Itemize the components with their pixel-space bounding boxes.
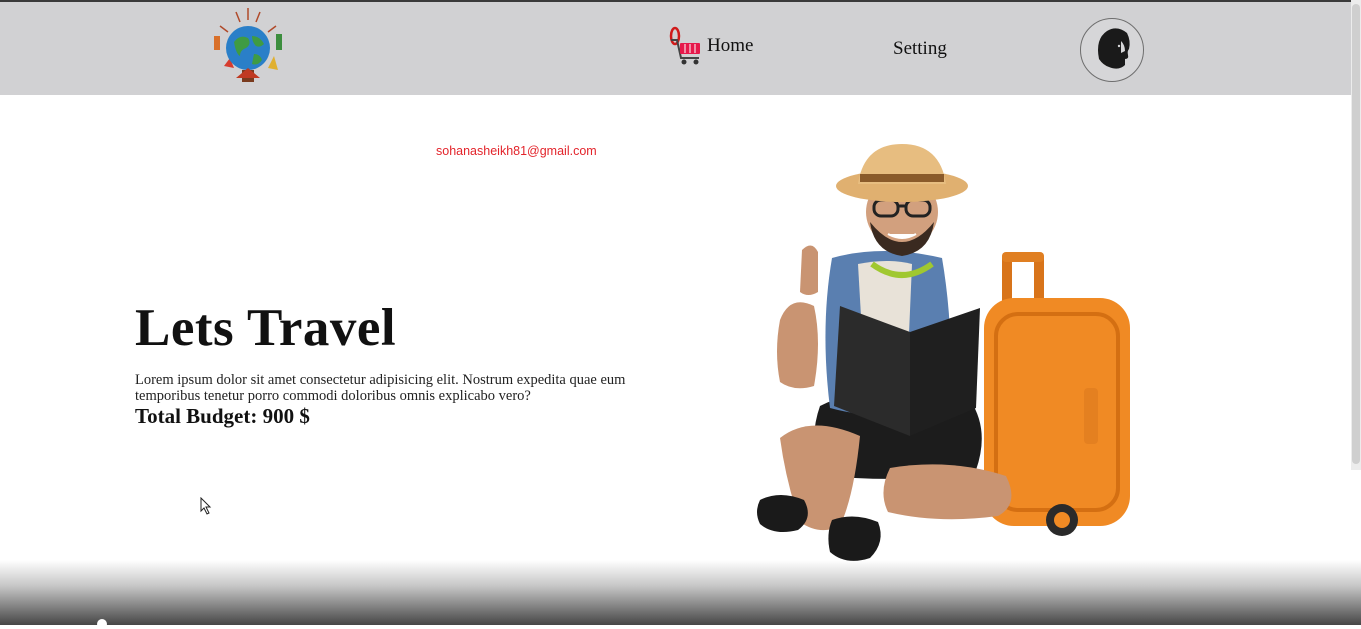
nav-home-link[interactable]: Home: [667, 26, 753, 66]
nav-setting-link[interactable]: Setting: [893, 38, 947, 60]
globe-logo-icon[interactable]: [206, 6, 290, 86]
navbar: Home Setting: [0, 2, 1351, 95]
bearded-man-avatar-icon[interactable]: [1080, 18, 1144, 82]
user-email: sohanasheikh81@gmail.com: [436, 144, 597, 158]
nav-home-label: Home: [707, 35, 754, 56]
video-scrubber-handle[interactable]: [97, 619, 107, 629]
shopping-cart-icon: [669, 26, 700, 65]
scrollbar-thumb[interactable]: [1352, 4, 1360, 464]
traveler-with-suitcase-image: [740, 138, 1160, 588]
hero-description: Lorem ipsum dolor sit amet consectetur a…: [135, 372, 626, 404]
total-budget: Total Budget: 900 $: [135, 404, 310, 428]
hero-title: Lets Travel: [135, 299, 397, 357]
mouse-pointer-icon: [200, 496, 212, 515]
video-controls-fade: [0, 560, 1361, 625]
